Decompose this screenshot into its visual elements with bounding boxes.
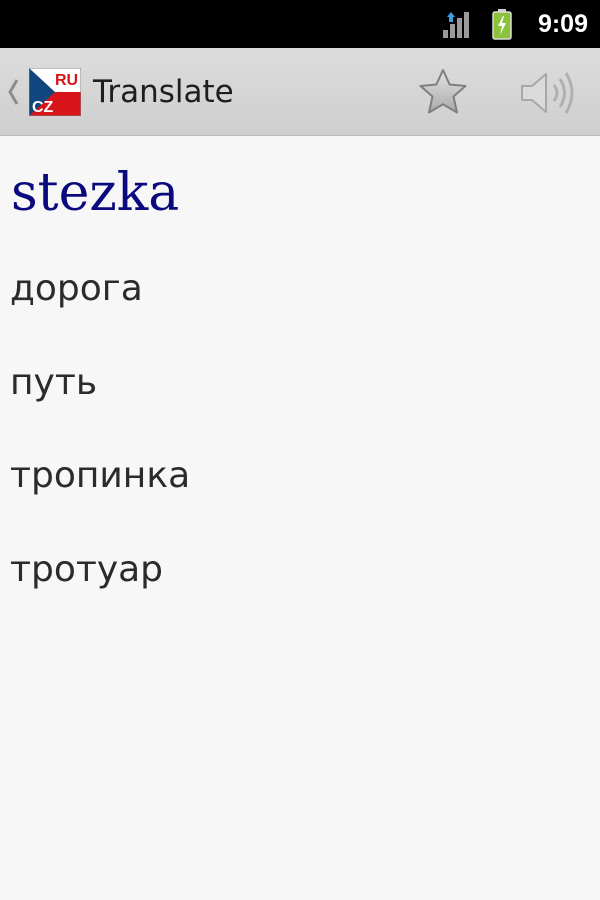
star-icon [419, 69, 467, 114]
back-chevron-icon [8, 79, 19, 105]
action-bar: RU CZ Translate [0, 48, 600, 136]
status-bar: 9:09 [0, 0, 600, 48]
page-title: Translate [93, 74, 234, 110]
back-button[interactable]: RU CZ [0, 48, 88, 136]
status-time: 9:09 [537, 10, 588, 38]
favorite-button[interactable] [412, 67, 474, 119]
translation-item: дорога [10, 268, 143, 309]
translation-item: тротуар [10, 549, 164, 590]
logo-ru-label: RU [55, 72, 78, 89]
app-logo-icon: RU CZ [29, 68, 81, 116]
logo-cz-label: CZ [32, 99, 54, 116]
signal-icon [443, 12, 469, 38]
headword: stezka [11, 163, 180, 223]
translation-content: stezka дорога путь тропинка тротуар [0, 137, 600, 900]
translation-item: тропинка [10, 455, 191, 496]
translation-item: путь [10, 362, 98, 403]
battery-icon [492, 9, 512, 40]
pronounce-button[interactable] [516, 67, 580, 119]
speaker-icon [521, 72, 574, 114]
